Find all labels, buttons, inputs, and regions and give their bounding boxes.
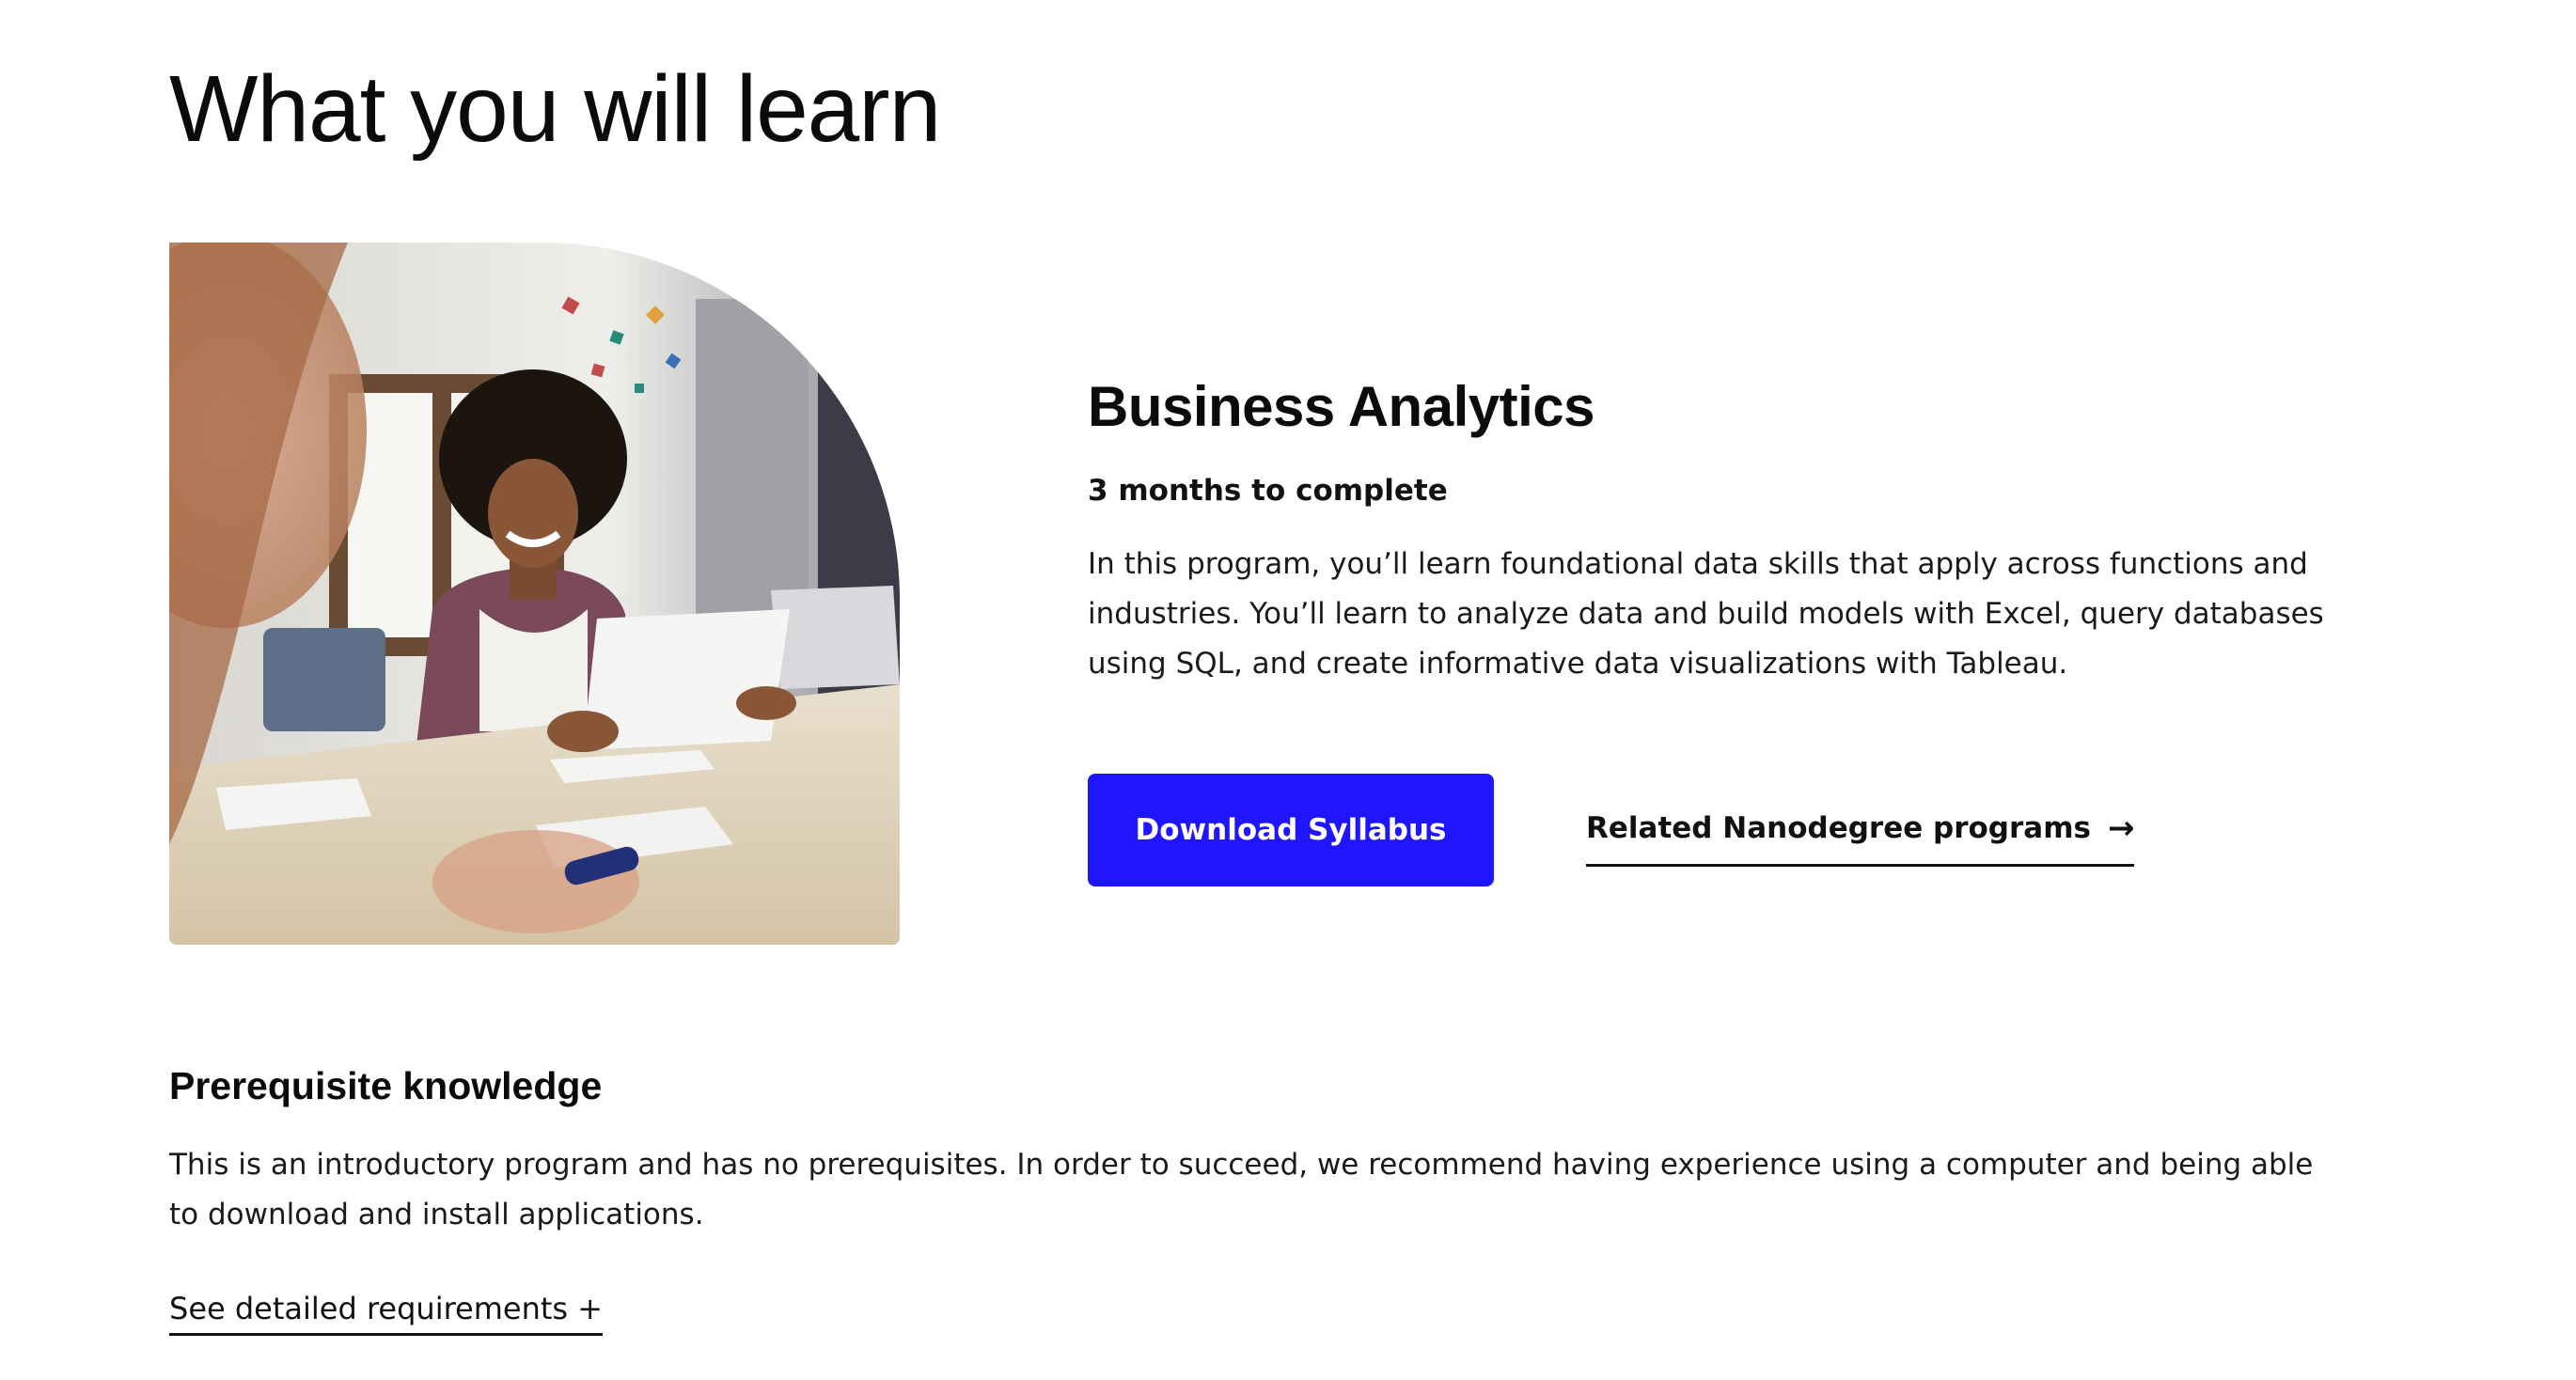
program-duration: 3 months to complete bbox=[1088, 474, 1448, 508]
program-title: Business Analytics bbox=[1088, 375, 1595, 438]
section-title: What you will learn bbox=[169, 56, 941, 162]
arrow-right-icon: → bbox=[2107, 809, 2135, 847]
program-photo bbox=[169, 243, 900, 945]
program-card: Business Analytics 3 months to complete … bbox=[1088, 371, 2404, 689]
prerequisite-description: This is an introductory program and has … bbox=[169, 1148, 2314, 1231]
download-syllabus-button[interactable]: Download Syllabus bbox=[1088, 774, 1494, 886]
related-programs-label: Related Nanodegree programs bbox=[1586, 811, 2091, 845]
related-programs-link[interactable]: Related Nanodegree programs → bbox=[1586, 800, 2135, 867]
program-description: In this program, you’ll learn foundation… bbox=[1088, 547, 2324, 681]
page: What you will learn Business Analytics 3… bbox=[0, 0, 2576, 1380]
prerequisite-title: Prerequisite knowledge bbox=[169, 1064, 603, 1107]
see-detailed-requirements-link[interactable]: See detailed requirements + bbox=[169, 1288, 604, 1336]
download-syllabus-label: Download Syllabus bbox=[1135, 813, 1447, 847]
program-actions: Download Syllabus Related Nanodegree pro… bbox=[1088, 774, 2404, 886]
